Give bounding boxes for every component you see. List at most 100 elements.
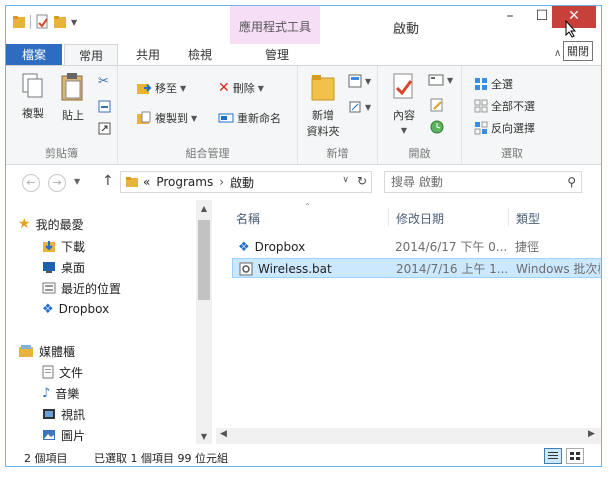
new-folder-button[interactable]: 新增 資料夾 <box>304 72 342 139</box>
new-group: 新增 資料夾 ▼ ▼ 新增 <box>298 66 378 164</box>
new-group-label: 新增 <box>326 147 349 160</box>
move-to-icon <box>137 84 152 94</box>
navigation-bar: ← → ▼ ↑ « Programs › 啟動 ∨ ↻ 搜尋 啟動 ⚲ <box>6 165 601 199</box>
history-button[interactable] <box>430 120 444 134</box>
invert-selection-button[interactable]: 反向選擇 <box>474 120 535 136</box>
large-icons-view-button[interactable] <box>566 448 584 464</box>
refresh-icon[interactable]: ↻ <box>357 174 367 188</box>
file-row-dropbox[interactable]: ❖ Dropbox 2014/6/17 下午 0... 捷徑 <box>232 237 601 257</box>
file-name: Dropbox <box>254 240 306 254</box>
breadcrumb-separator[interactable]: › <box>219 175 224 189</box>
details-view-button[interactable] <box>544 448 562 464</box>
search-icon[interactable]: ⚲ <box>567 172 576 192</box>
copy-to-label: 複製到 <box>155 112 188 125</box>
nav-recent-places-label: 最近的位置 <box>61 281 122 296</box>
nav-documents-label: 文件 <box>59 365 84 380</box>
search-input[interactable]: 搜尋 啟動 ⚲ <box>384 171 582 193</box>
open-chevron-icon: ▼ <box>447 75 454 85</box>
desktop-icon <box>43 262 55 273</box>
paste-button[interactable]: 貼上 <box>56 72 90 123</box>
properties-icon[interactable] <box>35 14 49 30</box>
back-button[interactable]: ← <box>22 174 40 192</box>
column-type[interactable]: 類型 <box>516 210 540 227</box>
new-folder-icon[interactable] <box>53 14 67 30</box>
nav-libraries-label: 媒體櫃 <box>39 344 76 359</box>
scroll-up-chevron-icon[interactable]: ▲ <box>196 204 212 213</box>
easy-access-button[interactable]: ▼ <box>348 100 371 114</box>
organize-group: 移至 ▼ 複製到 ▼ ✕ 刪除 ▼ 重新命名 組合管理 <box>118 66 298 164</box>
tab-file[interactable]: 檔案 <box>6 44 62 66</box>
delete-button[interactable]: ✕ 刪除 ▼ <box>218 80 264 96</box>
nav-pane-scroll-thumb[interactable] <box>198 220 210 300</box>
copy-button[interactable]: 複製 <box>16 72 50 121</box>
column-name[interactable]: 名稱 <box>236 210 260 227</box>
open-group: 內容 ▼ ▼ 開啟 <box>378 66 462 164</box>
copy-path-button[interactable] <box>98 100 111 113</box>
new-item-button[interactable]: ▼ <box>348 74 371 88</box>
search-placeholder: 搜尋 啟動 <box>391 175 443 189</box>
nav-favorites[interactable]: ★ 我的最愛 <box>18 214 208 234</box>
file-list-horizontal-scrollbar[interactable]: ◀ ▶ <box>216 428 601 444</box>
status-selection: 已選取 1 個項目 99 位元組 <box>94 452 228 465</box>
move-to-button[interactable]: 移至 ▼ <box>136 80 186 96</box>
rename-button[interactable]: 重新命名 <box>218 110 281 126</box>
music-note-icon: ♪ <box>42 385 51 401</box>
column-divider[interactable] <box>388 208 389 226</box>
context-tab-title: 應用程式工具 <box>238 20 311 34</box>
recent-places-icon <box>42 282 56 294</box>
open-button[interactable]: ▼ <box>428 74 453 86</box>
tab-share[interactable]: 共用 <box>124 44 172 66</box>
scroll-right-chevron-icon[interactable]: ▶ <box>588 429 595 439</box>
select-none-button[interactable]: 全部不選 <box>474 98 535 114</box>
paste-shortcut-icon <box>98 122 111 135</box>
file-name-cell: Wireless.bat <box>239 259 332 279</box>
paste-shortcut-button[interactable] <box>98 122 111 135</box>
copy-to-button[interactable]: 複製到 ▼ <box>136 110 197 126</box>
select-all-button[interactable]: 全選 <box>474 76 513 92</box>
properties-chevron-icon: ▼ <box>400 126 408 135</box>
nav-pane-scrollbar[interactable]: ▲ ▼ <box>196 200 212 444</box>
quick-access-toolbar: ▼ <box>12 14 77 30</box>
ribbon-collapse-chevron-icon[interactable]: ∧ <box>554 48 561 59</box>
breadcrumb-startup[interactable]: 啟動 <box>230 174 254 191</box>
tab-manage[interactable]: 管理 <box>232 44 322 66</box>
tab-view[interactable]: 檢視 <box>176 44 224 66</box>
file-type: 捷徑 <box>515 240 540 254</box>
address-bar[interactable]: « Programs › 啟動 ∨ ↻ <box>120 171 372 193</box>
scroll-down-chevron-icon[interactable]: ▼ <box>196 432 212 441</box>
folder-icon[interactable] <box>12 14 26 30</box>
ribbon-tabs: 檔案 常用 共用 檢視 管理 <box>6 44 601 66</box>
history-icon <box>430 120 444 134</box>
details-view-icon <box>548 452 558 459</box>
tab-home[interactable]: 常用 <box>64 44 118 66</box>
forward-button[interactable]: → <box>48 174 66 192</box>
address-overflow-chevron[interactable]: « <box>143 175 150 189</box>
libraries-icon <box>19 345 33 357</box>
file-row-wireless-bat[interactable]: Wireless.bat 2014/7/16 上午 1... Windows 批… <box>232 258 601 279</box>
file-date: 2014/6/17 下午 0... <box>395 240 508 254</box>
documents-icon <box>42 365 54 379</box>
rename-icon <box>218 113 234 123</box>
nav-libraries[interactable]: 媒體櫃 <box>18 341 208 361</box>
breadcrumb-programs[interactable]: Programs <box>156 175 213 189</box>
copy-to-icon <box>137 111 151 124</box>
scroll-left-chevron-icon[interactable]: ◀ <box>220 429 227 439</box>
edit-button[interactable] <box>430 98 444 112</box>
copy-path-icon <box>98 100 111 113</box>
up-button[interactable]: ↑ <box>102 173 114 189</box>
nav-music-label: 音樂 <box>55 386 80 401</box>
open-group-label: 開啟 <box>408 147 431 160</box>
dropbox-icon: ❖ <box>42 301 54 317</box>
status-bar: 2 個項目 已選取 1 個項目 99 位元組 <box>6 446 601 466</box>
properties-button[interactable]: 內容 ▼ <box>386 72 422 136</box>
minimize-button[interactable]: – <box>496 6 524 28</box>
address-dropdown-chevron-icon[interactable]: ∨ <box>342 175 349 185</box>
column-date[interactable]: 修改日期 <box>396 210 444 227</box>
customize-toolbar-chevron-icon[interactable]: ▼ <box>71 18 77 27</box>
column-divider[interactable] <box>508 208 509 226</box>
window-title: 啟動 <box>392 22 419 37</box>
cut-button[interactable]: ✂ <box>98 74 109 89</box>
recent-locations-chevron-icon[interactable]: ▼ <box>74 177 80 186</box>
select-all-label: 全選 <box>491 78 513 91</box>
clipboard-group: 複製 貼上 ✂ 剪貼簿 <box>6 66 118 164</box>
